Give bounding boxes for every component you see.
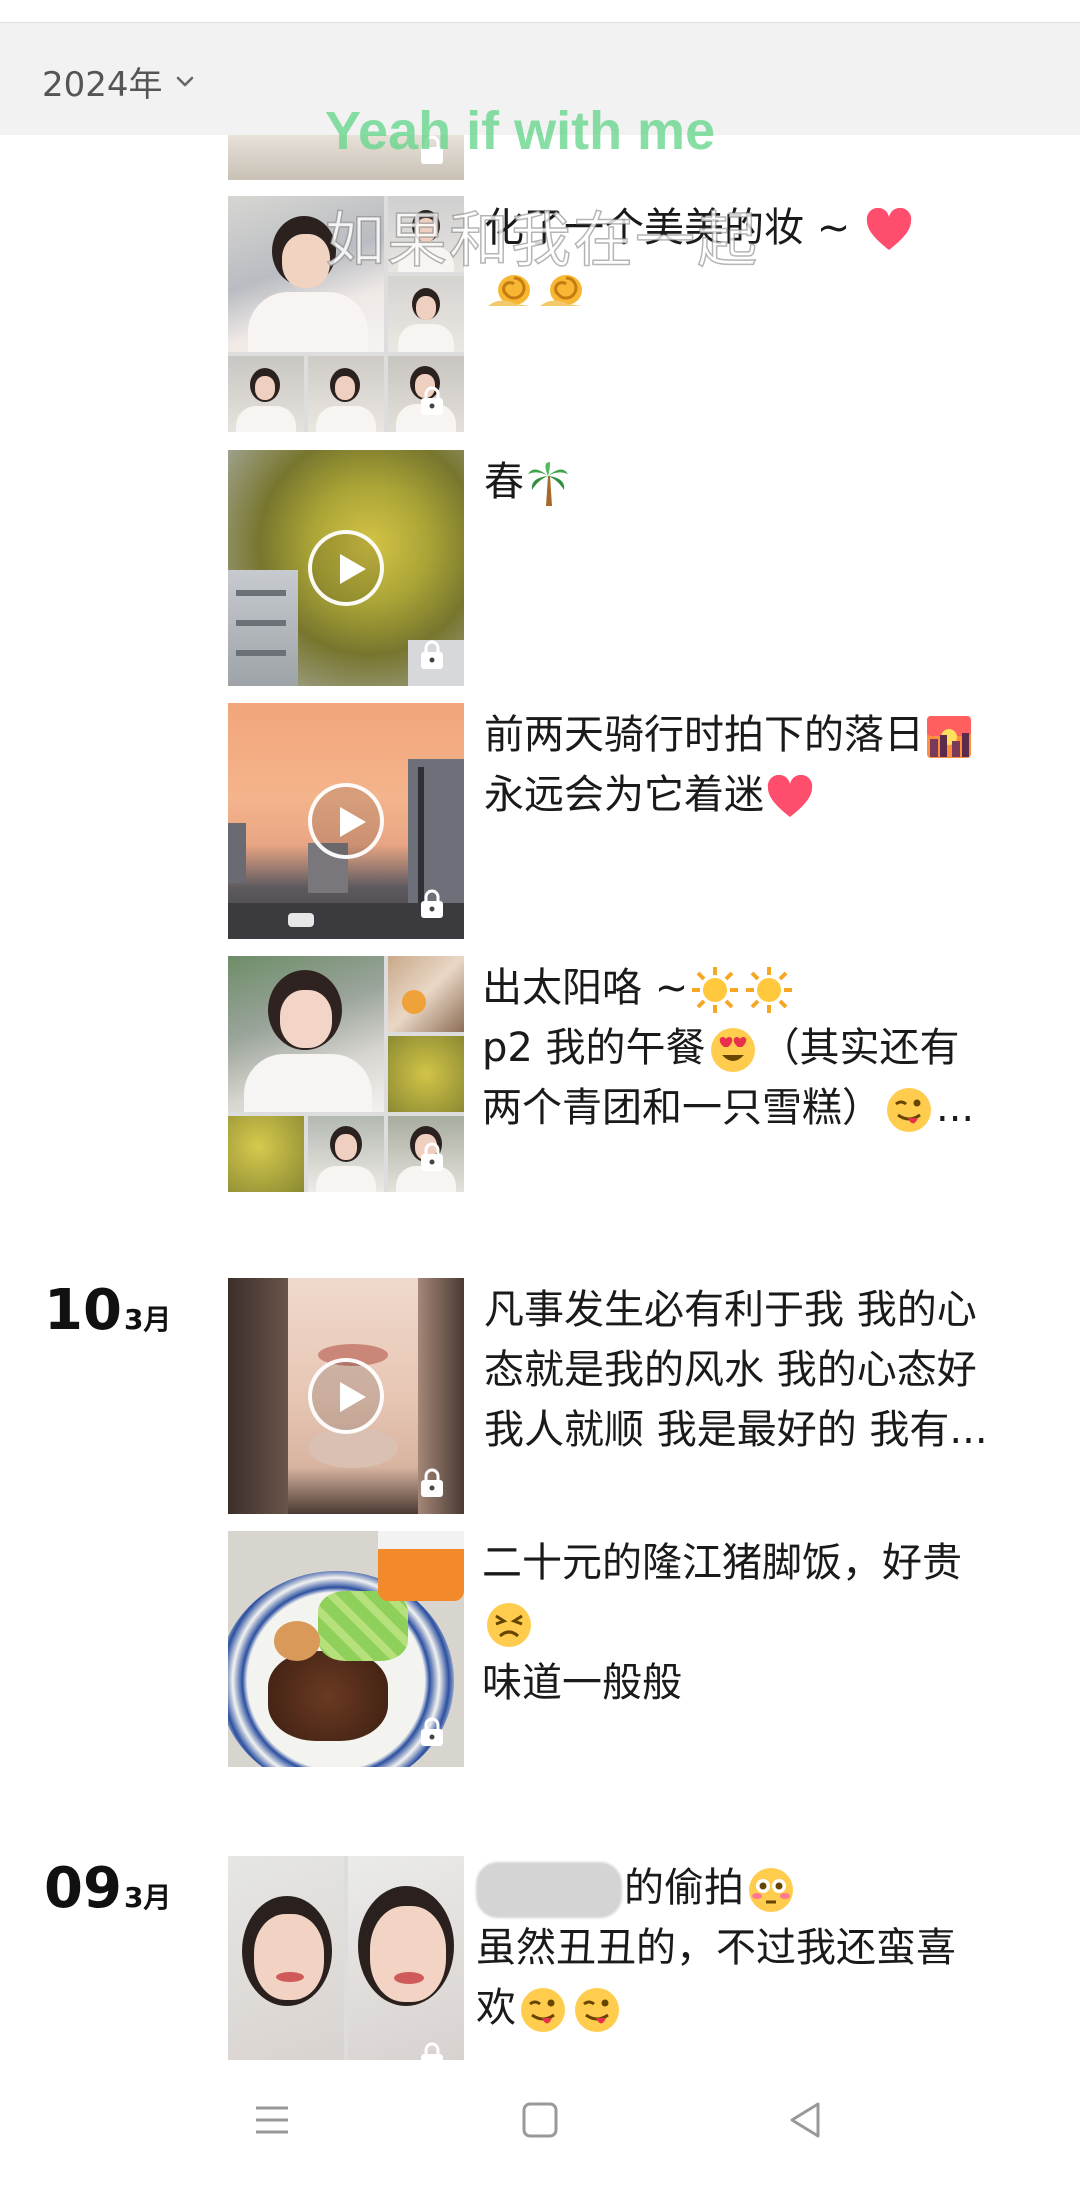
lyric-overlay-chinese: 如果和我在一起 xyxy=(324,205,759,277)
date-day: 10 xyxy=(44,1278,122,1343)
menu-icon[interactable] xyxy=(242,2090,302,2150)
lock-icon xyxy=(421,2042,443,2060)
post-caption-line: 态就是我的风水 我的心态好 xyxy=(484,1347,977,1393)
post-caption-line: 凡事发生必有利于我 我的心 xyxy=(484,1287,977,1333)
post-thumbnail[interactable] xyxy=(228,956,464,1192)
wink-tongue-icon xyxy=(575,1988,619,2032)
back-triangle-icon[interactable] xyxy=(776,2090,836,2150)
post-text[interactable]: 二十元的隆江猪脚饭，好贵 味道一般般 xyxy=(482,1533,1042,1713)
lyric-overlay-english: Yeah if with me xyxy=(325,101,716,161)
post-thumbnail[interactable] xyxy=(228,1856,464,2060)
post-caption-line: 味道一般般 xyxy=(482,1660,682,1706)
post-caption-line: 出太阳咯 ~ xyxy=(482,965,689,1011)
year-label: 2024年 xyxy=(42,65,163,105)
play-icon xyxy=(308,1358,384,1434)
date-day: 09 xyxy=(44,1856,122,1921)
post-caption-line: （其实还有 xyxy=(759,1025,960,1071)
post-caption-line: 两个青团和一只雪糕） xyxy=(482,1085,882,1131)
post-caption: 春 xyxy=(484,459,524,505)
post-thumbnail[interactable] xyxy=(228,703,464,939)
play-icon xyxy=(308,530,384,606)
wink-tongue-icon xyxy=(521,1988,565,2032)
sunset-icon xyxy=(927,716,971,758)
persevere-icon xyxy=(487,1603,531,1647)
play-icon xyxy=(308,783,384,859)
post-text[interactable]: 出太阳咯 ~ p2 我的午餐 （其实还有 两个青团和一只雪糕）... xyxy=(482,958,1042,1138)
post-thumbnail[interactable] xyxy=(228,450,464,686)
sun-icon xyxy=(746,967,793,1013)
truncation-ellipsis: ... xyxy=(936,1085,975,1131)
home-square-icon[interactable] xyxy=(510,2090,570,2150)
lock-icon xyxy=(421,386,443,415)
post-thumbnail[interactable] xyxy=(228,1278,464,1514)
post-text[interactable]: 凡事发生必有利于我 我的心 态就是我的风水 我的心态好 我人就顺 我是最好的 我… xyxy=(484,1280,1044,1460)
post-caption-line: 欢 xyxy=(476,1985,516,2031)
post-caption-line: p2 我的午餐 xyxy=(482,1025,706,1071)
lock-icon xyxy=(421,1142,443,1171)
post-thumbnail[interactable] xyxy=(228,1531,464,1767)
post-caption-line: 前两天骑行时拍下的落日 xyxy=(484,712,924,758)
date-month: 3月 xyxy=(123,1881,172,1914)
date-month: 3月 xyxy=(123,1303,172,1336)
lock-icon xyxy=(421,640,443,669)
lock-icon xyxy=(421,1717,443,1746)
post-text[interactable]: 前两天骑行时拍下的落日 永远会为它着迷 xyxy=(484,705,1044,825)
sun-icon xyxy=(692,967,739,1013)
palm-tree-icon xyxy=(528,462,568,506)
post-caption-line: 的偷拍 xyxy=(624,1865,744,1911)
post-caption-line: 我人就顺 我是最好的 我有... xyxy=(484,1407,988,1453)
post-caption-line: 永远会为它着迷 xyxy=(484,772,764,818)
system-nav-bar xyxy=(0,2060,1080,2194)
status-bar xyxy=(0,0,1080,22)
year-selector[interactable]: 2024年 xyxy=(42,57,197,106)
lock-icon xyxy=(421,1468,443,1497)
post-caption-line: 虽然丑丑的，不过我还蛮喜 xyxy=(476,1925,956,1971)
heart-icon xyxy=(866,208,912,250)
heart-eyes-icon xyxy=(710,1028,755,1072)
post-text[interactable]: 春 xyxy=(484,452,1044,512)
wink-tongue-icon xyxy=(887,1088,931,1132)
date-label: 10 3月 xyxy=(44,1278,171,1343)
post-caption-line: 二十元的隆江猪脚饭，好贵 xyxy=(482,1540,962,1586)
date-label: 09 3月 xyxy=(44,1856,171,1921)
blurred-name xyxy=(476,1862,622,1918)
chevron-down-icon xyxy=(176,76,193,86)
lock-icon xyxy=(421,889,443,918)
post-text[interactable]: 的偷拍 虽然丑丑的，不过我还蛮喜 欢 xyxy=(476,1858,1036,2038)
flushed-icon xyxy=(749,1868,793,1912)
heart-icon xyxy=(767,775,813,817)
